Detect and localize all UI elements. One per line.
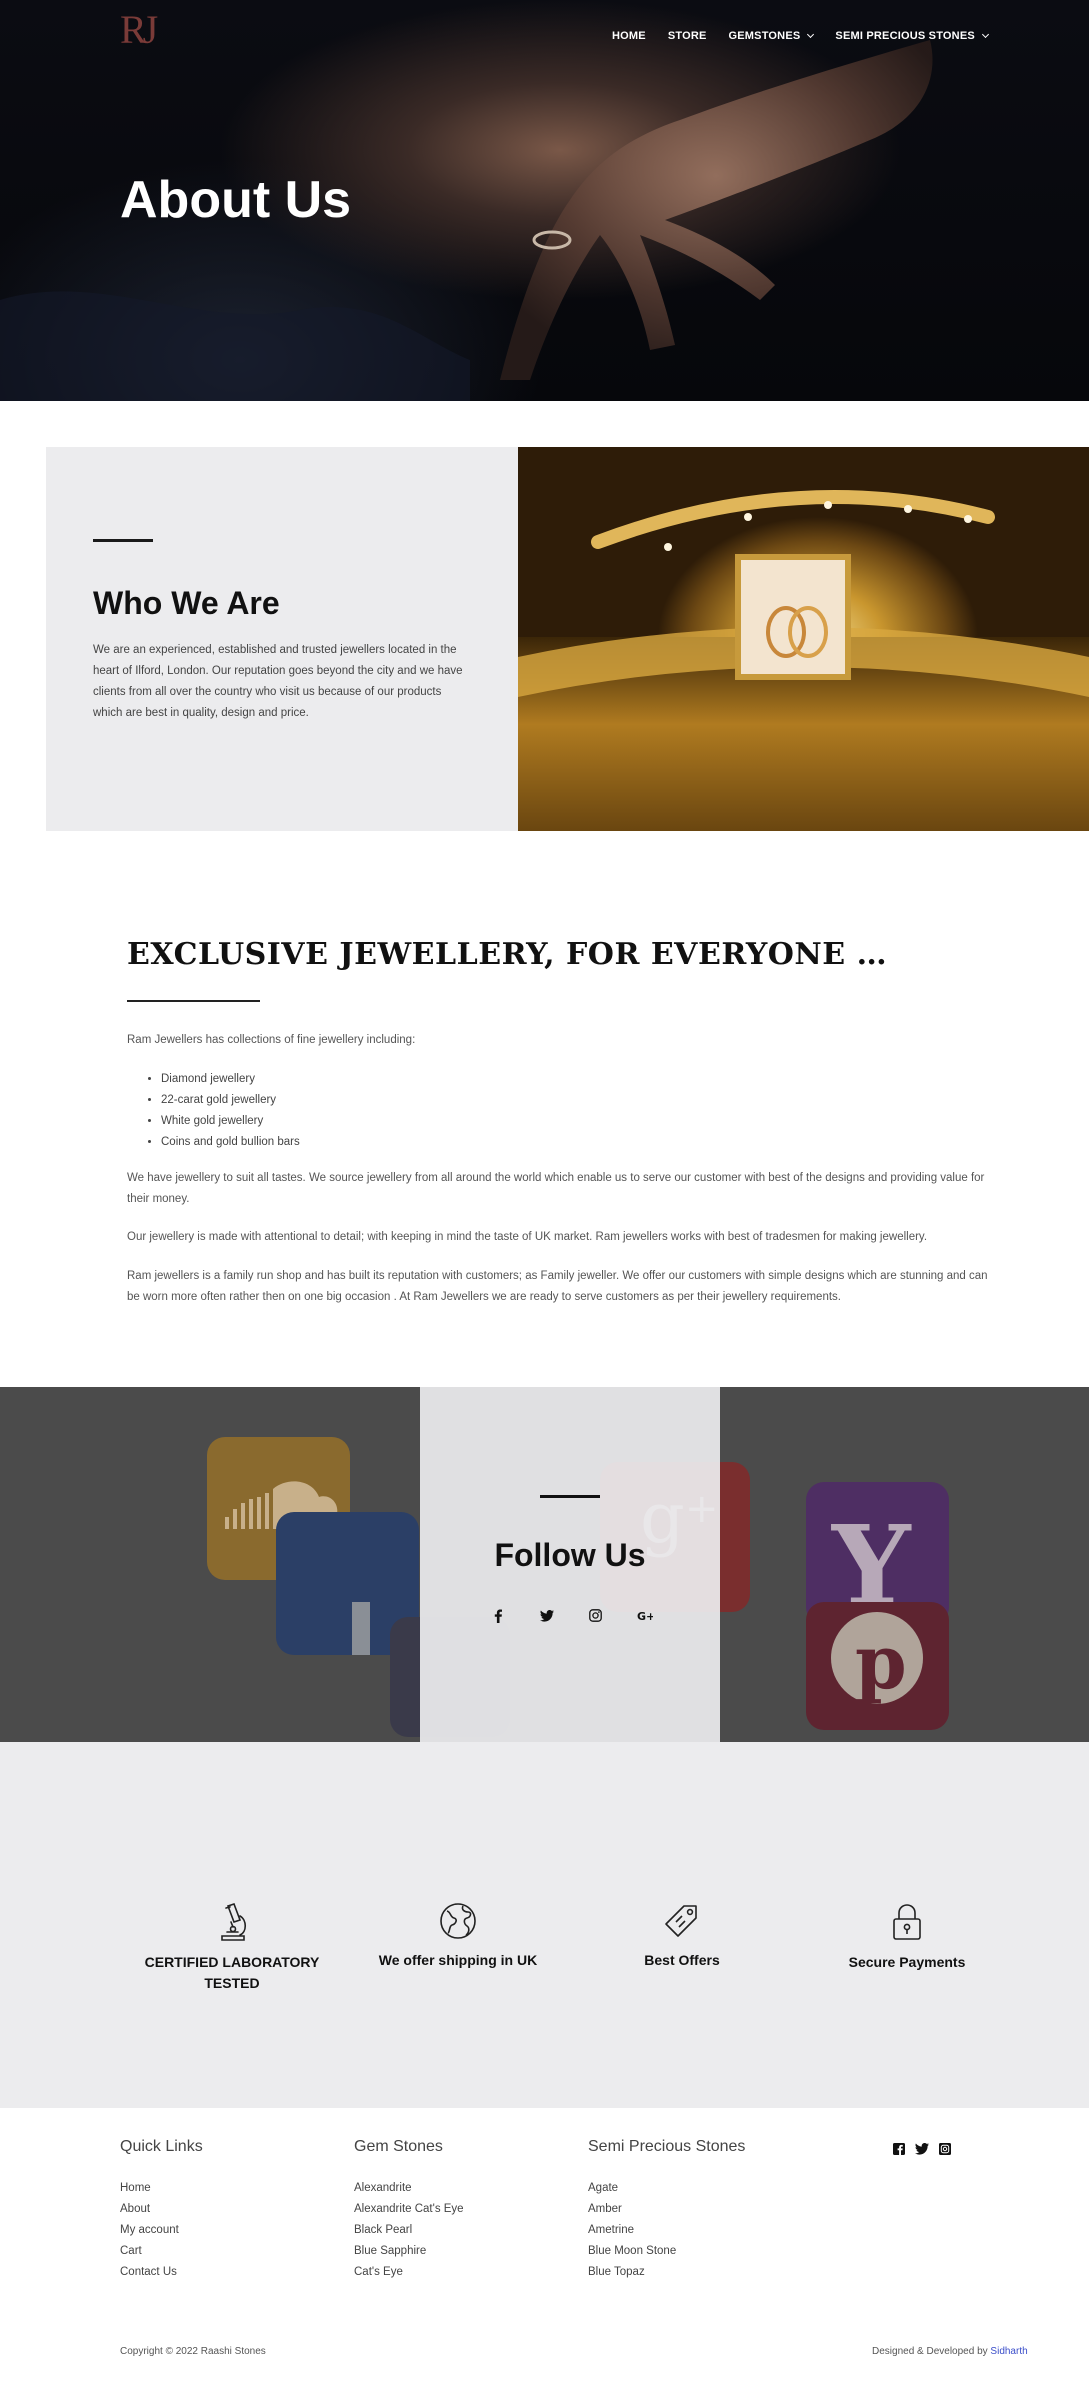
list-item: 22-carat gold jewellery bbox=[161, 1090, 300, 1111]
footer-semi-precious: Semi Precious Stones Agate Amber Ametrin… bbox=[588, 2138, 745, 2283]
exclusive-title: EXCLUSIVE JEWELLERY, FOR EVERYONE … bbox=[127, 937, 888, 972]
copyright-text: Copyright © 2022 Raashi Stones bbox=[120, 2346, 266, 2357]
nav-home[interactable]: HOME bbox=[612, 30, 646, 42]
credit-prefix: Designed & Developed by bbox=[872, 2346, 991, 2357]
site-footer: Quick Links Home About My account Cart C… bbox=[0, 2108, 1089, 2400]
follow-us-title: Follow Us bbox=[494, 1537, 646, 1573]
instagram-icon[interactable] bbox=[587, 1607, 604, 1624]
footer-link[interactable]: Blue Moon Stone bbox=[588, 2241, 745, 2262]
footer-link[interactable]: Amber bbox=[588, 2199, 745, 2220]
tag-icon bbox=[665, 1905, 697, 1937]
exclusive-paragraph-3: Ram jewellers is a family run shop and h… bbox=[127, 1270, 988, 1303]
list-item: Coins and gold bullion bars bbox=[161, 1132, 300, 1153]
nav-store-label: STORE bbox=[667, 30, 707, 42]
footer-link[interactable]: Ametrine bbox=[588, 2220, 745, 2241]
footer-link[interactable]: Agate bbox=[588, 2178, 745, 2199]
google-plus-icon[interactable]: G+ bbox=[636, 1607, 653, 1624]
footer-link-contact[interactable]: Contact Us bbox=[120, 2262, 203, 2283]
chevron-down-icon bbox=[807, 30, 815, 39]
microscope-icon bbox=[221, 1902, 247, 1941]
follow-us-section: g + Y p Follow Us G+ bbox=[0, 1387, 1089, 1742]
footer-link[interactable]: Black Pearl bbox=[354, 2220, 464, 2241]
feature-label: We offer shipping in UK bbox=[378, 1952, 538, 1968]
instagram-icon[interactable] bbox=[939, 2143, 951, 2155]
globe-icon bbox=[440, 1903, 476, 1939]
feature-secure-payments: Secure Payments bbox=[807, 1902, 1007, 1973]
chevron-down-icon bbox=[981, 30, 989, 39]
section-divider bbox=[127, 1000, 260, 1002]
nav-store[interactable]: STORE bbox=[668, 30, 707, 42]
footer-link-my-account[interactable]: My account bbox=[120, 2220, 203, 2241]
footer-link[interactable]: Alexandrite Cat's Eye bbox=[354, 2199, 464, 2220]
credit-text: Designed & Developed by Sidharth bbox=[872, 2346, 1028, 2357]
page-title: About Us bbox=[120, 171, 352, 229]
svg-text:G+: G+ bbox=[637, 1610, 653, 1621]
exclusive-paragraph-2: Our jewellery is made with attentional t… bbox=[127, 1231, 928, 1243]
footer-link[interactable]: Blue Sapphire bbox=[354, 2241, 464, 2262]
list-item: White gold jewellery bbox=[161, 1111, 300, 1132]
who-we-are-text: We are an experienced, established and t… bbox=[93, 644, 463, 719]
exclusive-intro: Ram Jewellers has collections of fine je… bbox=[127, 1034, 416, 1046]
who-we-are-section: Who We Are We are an experienced, establ… bbox=[46, 447, 518, 831]
features-section: CERTIFIED LABORATORY TESTED We offer shi… bbox=[0, 1742, 1089, 2108]
facebook-icon[interactable] bbox=[893, 2143, 905, 2155]
footer-link-home[interactable]: Home bbox=[120, 2178, 203, 2199]
feature-label: Best Offers bbox=[644, 1952, 720, 1968]
exclusive-paragraph-1: We have jewellery to suit all tastes. We… bbox=[127, 1172, 985, 1205]
lock-icon bbox=[893, 1904, 921, 1940]
gold-crown-image bbox=[518, 490, 1089, 831]
feature-label: Secure Payments bbox=[848, 1954, 966, 1970]
footer-link-cart[interactable]: Cart bbox=[120, 2241, 203, 2262]
pinterest-tile: p bbox=[806, 1602, 949, 1730]
footer-heading: Gem Stones bbox=[354, 2138, 443, 2155]
jewellery-list: Diamond jewellery 22-carat gold jeweller… bbox=[161, 1069, 300, 1153]
footer-social-links bbox=[893, 2143, 951, 2155]
jewellery-image bbox=[518, 447, 1089, 831]
feature-shipping: We offer shipping in UK bbox=[358, 1902, 558, 1971]
nav-semi-precious-label: SEMI PRECIOUS STONES bbox=[835, 30, 975, 42]
footer-link[interactable]: Blue Topaz bbox=[588, 2262, 745, 2283]
footer-gem-stones: Gem Stones Alexandrite Alexandrite Cat's… bbox=[354, 2138, 464, 2283]
follow-us-box: Follow Us G+ bbox=[420, 1387, 720, 1742]
hero-banner: RJ HOME STORE GEMSTONES SEMI PRECIOUS ST… bbox=[0, 0, 1089, 401]
twitter-icon[interactable] bbox=[538, 1607, 555, 1624]
who-we-are-title: Who We Are bbox=[93, 585, 280, 621]
footer-link[interactable]: Alexandrite bbox=[354, 2178, 464, 2199]
nav-home-label: HOME bbox=[612, 30, 646, 42]
nav-semi-precious-stones[interactable]: SEMI PRECIOUS STONES bbox=[835, 30, 989, 42]
footer-link-about[interactable]: About bbox=[120, 2199, 203, 2220]
pinterest-icon: p bbox=[831, 1612, 923, 1706]
feature-best-offers: Best Offers bbox=[582, 1902, 782, 1971]
main-nav: HOME STORE GEMSTONES SEMI PRECIOUS STONE… bbox=[612, 30, 1010, 42]
footer-heading: Quick Links bbox=[120, 2138, 203, 2155]
footer-heading: Semi Precious Stones bbox=[588, 2138, 746, 2155]
feature-certified: CERTIFIED LABORATORY TESTED bbox=[132, 1902, 332, 1994]
footer-link[interactable]: Cat's Eye bbox=[354, 2262, 464, 2283]
feature-label: CERTIFIED LABORATORY TESTED bbox=[144, 1954, 320, 1991]
list-item: Diamond jewellery bbox=[161, 1069, 300, 1090]
footer-quick-links: Quick Links Home About My account Cart C… bbox=[120, 2138, 203, 2283]
social-links: G+ bbox=[489, 1607, 653, 1624]
facebook-icon[interactable] bbox=[489, 1607, 506, 1624]
section-divider bbox=[93, 539, 153, 542]
site-logo[interactable]: RJ bbox=[120, 6, 158, 53]
nav-gemstones[interactable]: GEMSTONES bbox=[728, 30, 815, 42]
twitter-icon[interactable] bbox=[915, 2143, 929, 2155]
section-divider bbox=[540, 1495, 600, 1498]
svg-text:p: p bbox=[855, 1620, 907, 1706]
developer-link[interactable]: Sidharth bbox=[990, 2346, 1027, 2357]
nav-gemstones-label: GEMSTONES bbox=[728, 30, 801, 42]
